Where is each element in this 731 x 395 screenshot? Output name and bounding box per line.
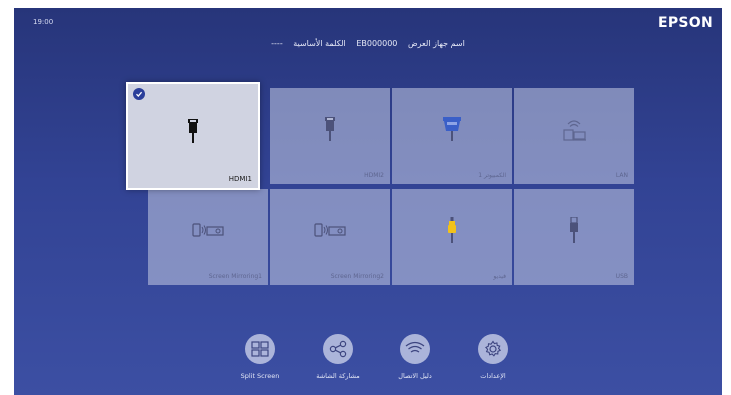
lan-icon <box>514 116 634 142</box>
source-tile-screen-mirroring1[interactable]: Screen Mirroring1 <box>148 189 268 285</box>
device-info-bar: ---- الكلمة الأساسية EB000000 اسم جهاز ا… <box>14 39 722 48</box>
wifi-icon <box>400 334 430 364</box>
projector-home-screen: 19:00 EPSON ---- الكلمة الأساسية EB00000… <box>14 8 722 395</box>
source-label: HDMI1 <box>228 175 252 183</box>
bottom-menu: Split Screen مشاركة الشاشة دليل الاتصال … <box>14 334 722 394</box>
split-screen-button[interactable]: Split Screen <box>220 334 300 380</box>
source-label: USB <box>615 273 628 280</box>
source-label: Screen Mirroring2 <box>330 273 384 280</box>
connection-guide-button[interactable]: دليل الاتصال <box>375 334 455 380</box>
screen-mirroring-icon <box>270 217 390 243</box>
video-icon <box>392 217 512 243</box>
gear-icon <box>478 334 508 364</box>
source-label: Screen Mirroring1 <box>208 273 262 280</box>
bottom-menu-label: Split Screen <box>240 372 280 380</box>
bottom-menu-label: الإعدادات <box>480 372 506 380</box>
keyword-value: ---- <box>271 39 283 48</box>
keyword-label: الكلمة الأساسية <box>293 39 346 48</box>
clock: 19:00 <box>33 18 54 26</box>
source-tile-hdmi1[interactable]: HDMI1 <box>126 82 260 190</box>
source-tile-computer1[interactable]: الكمبيوتر 1 <box>392 88 512 184</box>
split-screen-icon <box>245 334 275 364</box>
source-tile-hdmi2[interactable]: HDMI2 <box>270 88 390 184</box>
source-grid: HDMI1 HDMI2 الكمبيوتر 1 LAN Screen Mirro… <box>126 82 634 286</box>
source-tile-screen-mirroring2[interactable]: Screen Mirroring2 <box>270 189 390 285</box>
source-label: LAN <box>615 172 628 179</box>
epson-logo: EPSON <box>657 15 713 31</box>
source-label: HDMI2 <box>364 172 384 179</box>
source-label: الكمبيوتر 1 <box>478 172 506 179</box>
device-name-label: اسم جهاز العرض <box>407 39 465 48</box>
settings-button[interactable]: الإعدادات <box>453 334 533 380</box>
hdmi-icon <box>128 118 258 144</box>
vga-icon <box>392 116 512 142</box>
share-icon <box>323 334 353 364</box>
screen-share-button[interactable]: مشاركة الشاشة <box>298 334 378 380</box>
source-tile-lan[interactable]: LAN <box>514 88 634 184</box>
bottom-menu-label: دليل الاتصال <box>398 372 432 380</box>
usb-icon <box>514 217 634 243</box>
screen-mirroring-icon <box>148 217 268 243</box>
bottom-menu-label: مشاركة الشاشة <box>316 372 360 380</box>
source-label: فيديو <box>493 273 506 280</box>
source-tile-video[interactable]: فيديو <box>392 189 512 285</box>
device-name-value: EB000000 <box>356 39 398 48</box>
hdmi-icon <box>270 116 390 142</box>
source-tile-usb[interactable]: USB <box>514 189 634 285</box>
check-icon <box>133 88 145 100</box>
